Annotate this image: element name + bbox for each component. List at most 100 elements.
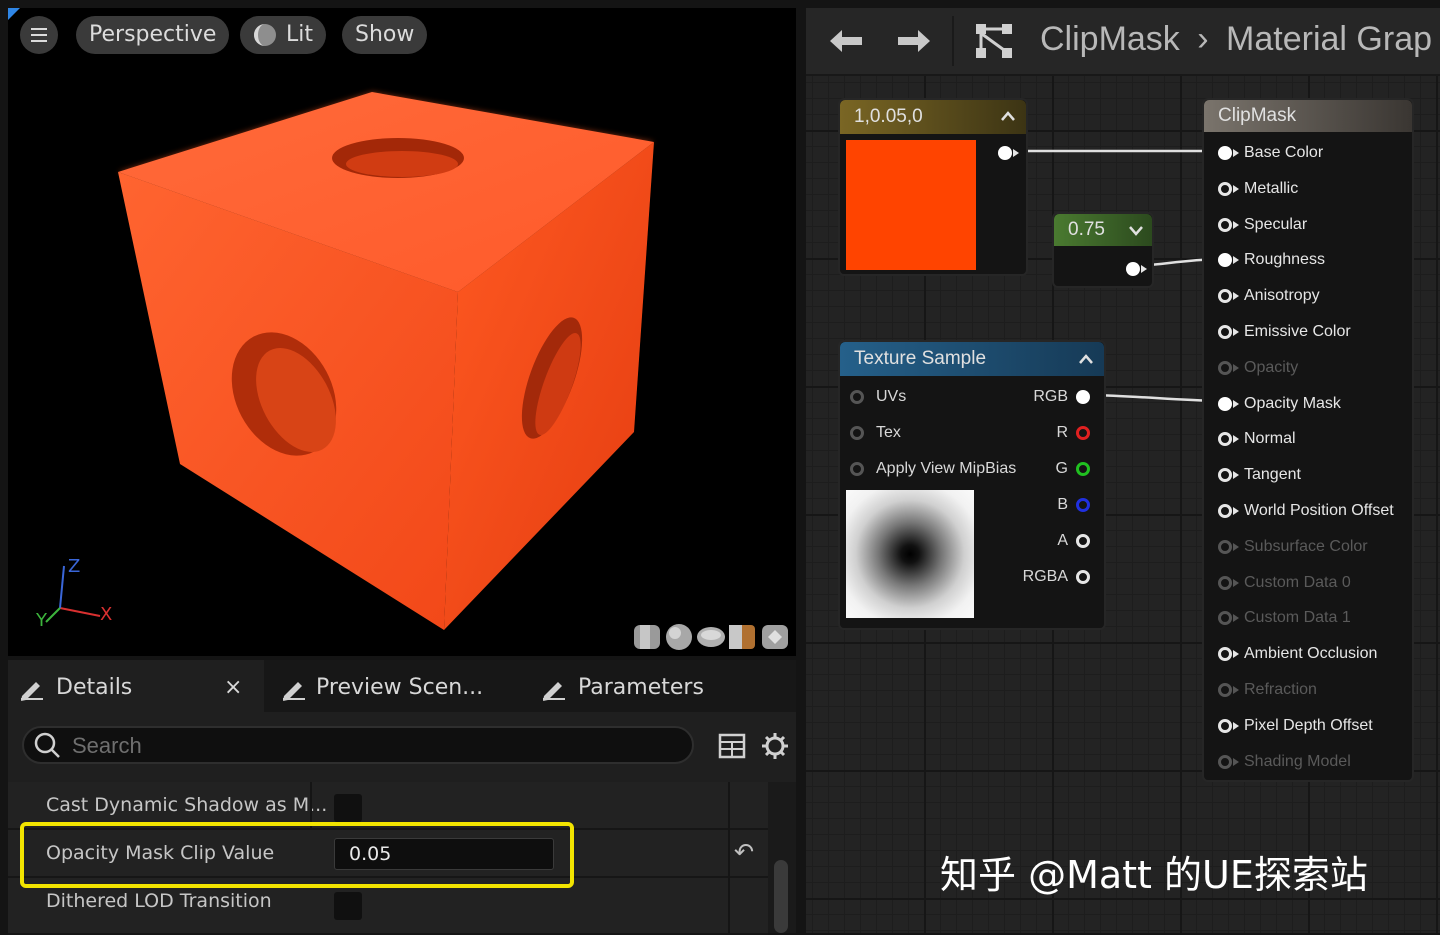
material-result-node[interactable]: ClipMask Base Color Metallic Specular Rough…	[1202, 98, 1414, 782]
scalar-node-title: 0.75	[1068, 219, 1105, 240]
pin-arrow-icon	[1233, 328, 1239, 336]
material-input-pin[interactable]	[1218, 146, 1232, 160]
scalar-constant-node[interactable]: 0.75	[1052, 212, 1154, 288]
scalar-output-pin[interactable]	[1126, 262, 1140, 276]
material-input-pin[interactable]	[1218, 253, 1232, 268]
material-input-row: Opacity	[1204, 353, 1412, 383]
uvs-input-pin[interactable]	[850, 390, 864, 404]
pin-arrow-icon	[1233, 757, 1239, 766]
material-input-pin[interactable]	[1218, 539, 1232, 554]
table-view-icon[interactable]	[718, 732, 746, 760]
tab-details[interactable]: Details ×	[8, 660, 264, 712]
rgba-output-pin[interactable]	[1076, 570, 1090, 584]
tex-input-pin[interactable]	[850, 426, 864, 440]
a-output-pin[interactable]	[1076, 534, 1090, 548]
rgb-output-pin[interactable]	[1076, 390, 1090, 404]
g-output-pin[interactable]	[1076, 462, 1090, 476]
rgba-output-label: RGBA	[1022, 568, 1068, 585]
material-input-pin[interactable]	[1218, 683, 1232, 697]
watermark-text: 知乎 @Matt 的UE探索站	[940, 853, 1368, 897]
close-tab-icon[interactable]: ×	[224, 660, 242, 716]
b-output-label: B	[1057, 496, 1068, 513]
material-input-row: Metallic	[1204, 174, 1412, 204]
material-input-pin[interactable]	[1218, 360, 1232, 375]
material-input-pin[interactable]	[1218, 647, 1232, 662]
expand-chevron-icon[interactable]	[1128, 224, 1144, 236]
material-input-row: Specular	[1204, 210, 1412, 240]
material-input-row: Ambient Occlusion	[1204, 639, 1412, 669]
texture-node-title: Texture Sample	[854, 348, 987, 369]
details-panel: Details × Preview Scen... Parameters Sea…	[8, 660, 796, 935]
column-divider	[728, 782, 730, 933]
r-output-pin[interactable]	[1076, 426, 1090, 440]
tab-parameters[interactable]: Parameters	[530, 660, 750, 712]
material-input-label: Base Color	[1244, 144, 1324, 161]
wire-rgb-to-opacity-mask	[1089, 393, 1219, 403]
reset-to-default-icon[interactable]: ↶	[734, 838, 754, 866]
material-input-row: Emissive Color	[1204, 317, 1412, 347]
pin-arrow-icon	[1141, 265, 1147, 273]
material-node-title: ClipMask	[1218, 105, 1297, 126]
material-input-pin[interactable]	[1218, 217, 1232, 232]
material-input-pin[interactable]	[1218, 181, 1232, 196]
cast-shadow-checkbox[interactable]	[334, 794, 362, 822]
material-input-pin[interactable]	[1218, 396, 1232, 411]
texture-node-header[interactable]: Texture Sample	[840, 342, 1104, 376]
material-input-pin[interactable]	[1218, 325, 1232, 339]
material-input-label: Opacity	[1244, 358, 1299, 376]
scalar-node-header[interactable]: 0.75	[1054, 214, 1152, 246]
texture-sample-node[interactable]: Texture Sample UVs Tex Apply View MipBia…	[838, 340, 1106, 630]
b-output-pin[interactable]	[1076, 498, 1090, 512]
color-constant-node[interactable]: 1,0.05,0	[838, 98, 1028, 276]
material-input-label: Metallic	[1244, 179, 1299, 197]
gear-icon[interactable]	[760, 731, 790, 761]
material-input-row: Custom Data 0	[1204, 568, 1412, 598]
color-node-header[interactable]: 1,0.05,0	[840, 100, 1026, 134]
collapse-chevron-icon[interactable]	[1000, 110, 1016, 122]
cube-shape-icon	[729, 625, 755, 649]
tab-preview-scene[interactable]: Preview Scen...	[270, 660, 522, 712]
color-output-pin[interactable]	[998, 146, 1012, 160]
r-output-label: R	[1056, 424, 1068, 441]
material-input-label: Subsurface Color	[1244, 537, 1368, 555]
material-input-pin[interactable]	[1218, 468, 1232, 483]
material-input-label: Emissive Color	[1244, 323, 1351, 340]
material-graph-editor[interactable]: ClipMask › Material Grap 1,0.05,0 0.75 T…	[806, 8, 1440, 933]
texture-preview-thumbnail	[846, 490, 974, 618]
details-search-box[interactable]	[22, 726, 694, 764]
material-input-pin[interactable]	[1218, 611, 1232, 626]
material-input-pin[interactable]	[1218, 289, 1232, 304]
pin-arrow-icon	[1233, 614, 1239, 623]
details-search-input[interactable]	[70, 728, 674, 764]
a-output-label: A	[1057, 532, 1068, 549]
material-node-header[interactable]: ClipMask	[1204, 100, 1412, 132]
collapse-chevron-icon[interactable]	[1078, 353, 1094, 365]
material-input-label: Refraction	[1244, 681, 1317, 698]
material-input-pin[interactable]	[1218, 432, 1232, 447]
material-input-pin[interactable]	[1218, 504, 1232, 518]
pencil-icon	[543, 682, 565, 701]
dithered-lod-checkbox[interactable]	[334, 892, 362, 920]
sphere-icon	[666, 624, 692, 650]
pin-arrow-icon	[1233, 686, 1239, 694]
details-scrollbar[interactable]	[774, 860, 788, 933]
material-input-label: Ambient Occlusion	[1244, 645, 1378, 663]
mipbias-input-pin[interactable]	[850, 462, 864, 476]
material-input-row: Refraction	[1204, 675, 1412, 705]
material-input-pin[interactable]	[1218, 718, 1232, 733]
material-input-pin[interactable]	[1218, 754, 1232, 769]
rgb-output-label: RGB	[1033, 388, 1068, 405]
material-input-label: Tangent	[1244, 466, 1301, 484]
material-input-label: Custom Data 1	[1244, 609, 1351, 627]
pin-arrow-icon	[1233, 256, 1239, 265]
pin-arrow-icon	[1233, 471, 1239, 480]
material-input-row: Normal	[1204, 424, 1412, 454]
g-output-label: G	[1055, 460, 1068, 477]
color-node-title: 1,0.05,0	[854, 106, 923, 127]
plane-icon	[697, 627, 725, 647]
material-input-pin[interactable]	[1218, 575, 1232, 590]
pin-arrow-icon	[1233, 650, 1239, 659]
highlight-box	[20, 822, 574, 888]
pencil-icon	[21, 682, 43, 701]
material-preview-viewport[interactable]: Perspective Lit Show X Z Y	[8, 8, 796, 656]
